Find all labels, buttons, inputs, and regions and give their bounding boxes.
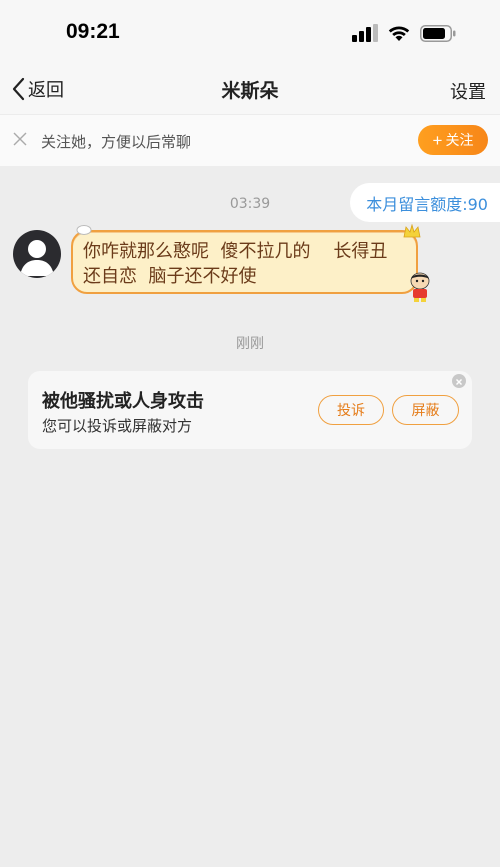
complain-button-label: 投诉	[337, 402, 365, 418]
battery-icon	[420, 24, 456, 42]
avatar[interactable]	[13, 230, 61, 278]
harassment-report-card: 被他骚扰或人身攻击 您可以投诉或屏蔽对方 投诉 屏蔽	[28, 371, 472, 449]
status-time: 09:21	[66, 20, 120, 43]
complain-button[interactable]: 投诉	[318, 395, 384, 425]
message-text-line: 你咋就那么憨呢 傻不拉几的 长得丑	[83, 241, 388, 262]
nav-bar: 返回 米斯朵 设置	[0, 66, 500, 114]
block-button-label: 屏蔽	[411, 402, 440, 418]
follow-banner: 关注她，方便以后常聊 + 关注	[0, 114, 500, 166]
follow-button-label: 关注	[445, 132, 474, 148]
wifi-icon	[388, 25, 410, 41]
report-card-subtitle: 您可以投诉或屏蔽对方	[42, 417, 193, 435]
close-icon	[456, 379, 462, 385]
plus-icon: +	[432, 130, 443, 150]
follow-button[interactable]: + 关注	[418, 125, 488, 155]
crown-sticker-icon	[403, 224, 421, 238]
follow-prompt-text: 关注她，方便以后常聊	[41, 133, 192, 151]
settings-button[interactable]: 设置	[450, 78, 486, 104]
card-close-button[interactable]	[452, 374, 466, 388]
message-bubble[interactable]: 你咋就那么憨呢 傻不拉几的 长得丑 还自恋 脑子还不好使	[71, 230, 418, 294]
message-timestamp: 03:39	[229, 196, 271, 212]
block-button[interactable]: 屏蔽	[392, 395, 459, 425]
report-card-title: 被他骚扰或人身攻击	[42, 391, 204, 412]
cartoon-character-sticker-icon	[410, 272, 430, 302]
cellular-signal-icon	[352, 24, 378, 42]
status-icons	[352, 24, 456, 42]
close-icon[interactable]	[12, 131, 28, 147]
message-text-line: 还自恋 脑子还不好使	[83, 266, 257, 287]
message-timestamp: 刚刚	[236, 336, 264, 352]
page-title: 米斯朵	[221, 80, 279, 102]
cloud-sticker-icon	[76, 225, 92, 235]
default-avatar-icon	[20, 240, 54, 276]
status-bar: 09:21	[0, 0, 500, 66]
